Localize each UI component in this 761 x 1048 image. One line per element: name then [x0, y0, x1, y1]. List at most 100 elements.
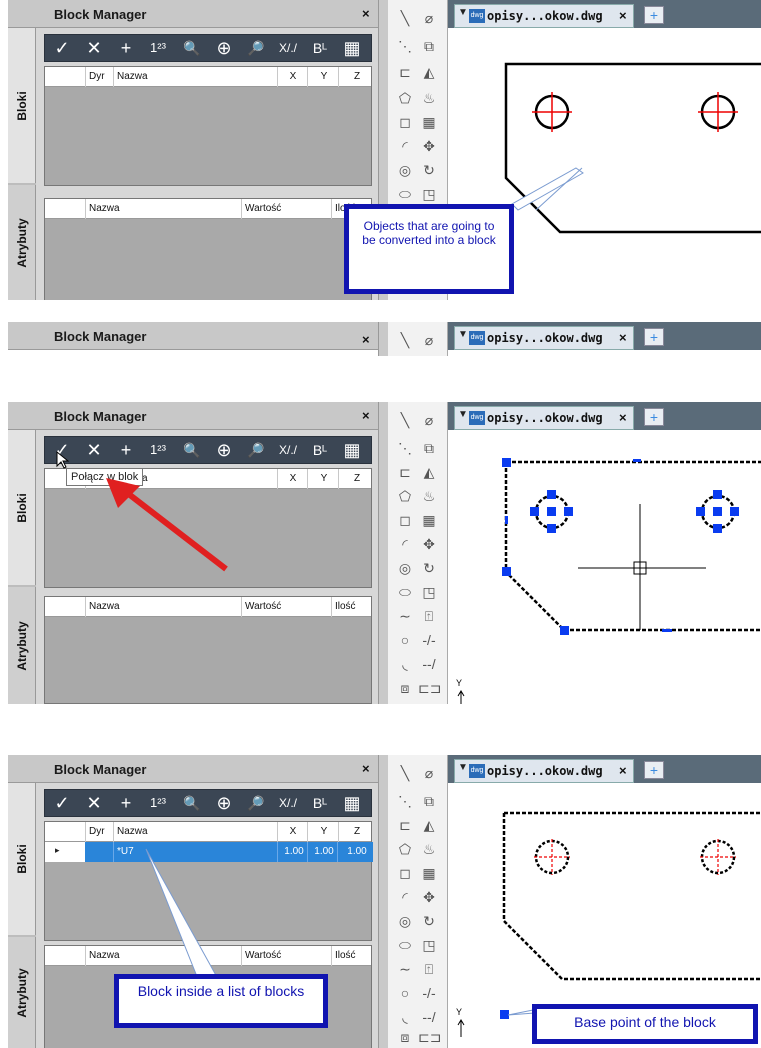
- grid-icon[interactable]: ▦: [337, 36, 367, 60]
- number-icon[interactable]: 1²³: [143, 791, 173, 815]
- offset-icon[interactable]: ♨: [418, 839, 440, 859]
- number-icon[interactable]: 1²³: [143, 438, 173, 462]
- array-icon[interactable]: ▦: [418, 510, 440, 530]
- ellipse-icon[interactable]: ○: [394, 630, 416, 650]
- explode-icon[interactable]: ⊕: [209, 36, 239, 60]
- arc2-icon[interactable]: ◜: [394, 887, 416, 907]
- tab-bloki[interactable]: Bloki: [8, 28, 36, 183]
- tab-bloki[interactable]: Bloki: [8, 430, 36, 585]
- revcloud-icon[interactable]: ⬭: [394, 184, 416, 204]
- polygon-icon[interactable]: ⬠: [394, 486, 416, 506]
- tab-atrybuty[interactable]: Atrybuty: [8, 937, 36, 1048]
- mirror-icon[interactable]: ◭: [418, 815, 440, 835]
- stretch-icon[interactable]: ⍐: [418, 959, 440, 979]
- xscale-icon[interactable]: X/./: [273, 438, 303, 462]
- blabel-icon[interactable]: Bᴸ: [305, 791, 335, 815]
- polyline-icon[interactable]: ⋱: [394, 438, 416, 458]
- zoom-icon[interactable]: 🔎: [241, 791, 271, 815]
- col-dyr[interactable]: Dyr: [85, 67, 115, 87]
- copy-icon[interactable]: ⧉: [418, 36, 440, 56]
- trim-icon[interactable]: -/-: [418, 630, 440, 650]
- eraser-icon[interactable]: ⌀: [418, 763, 440, 783]
- insert-block-icon[interactable]: ⧈: [394, 1027, 416, 1047]
- drawing-tab[interactable]: ▼ dwg opisy...okow.dwg ×: [454, 4, 634, 28]
- close-icon[interactable]: ×: [362, 408, 370, 423]
- arc-icon[interactable]: ⊏: [394, 815, 416, 835]
- col-wartosc[interactable]: Wartość: [241, 946, 331, 966]
- move-icon[interactable]: ✥: [418, 887, 440, 907]
- close-tab-icon[interactable]: ×: [619, 763, 627, 778]
- new-tab-icon[interactable]: +: [644, 761, 664, 779]
- copy-icon[interactable]: ⧉: [418, 438, 440, 458]
- blabel-icon[interactable]: Bᴸ: [305, 438, 335, 462]
- ellipse-arc-icon[interactable]: ◟: [394, 654, 416, 674]
- break-icon[interactable]: ⊏⊐: [418, 1027, 441, 1047]
- array-icon[interactable]: ▦: [418, 863, 440, 883]
- col-attr-nazwa[interactable]: Nazwa: [85, 199, 235, 219]
- search-icon[interactable]: 🔍: [177, 791, 207, 815]
- mirror-icon[interactable]: ◭: [418, 462, 440, 482]
- close-icon[interactable]: ×: [362, 761, 370, 776]
- ellipse-arc-icon[interactable]: ◟: [394, 1007, 416, 1027]
- scale-icon[interactable]: ◳: [418, 582, 440, 602]
- eraser-icon[interactable]: ⌀: [418, 330, 440, 350]
- close-icon[interactable]: ×: [362, 6, 370, 21]
- col-z[interactable]: Z: [338, 822, 372, 842]
- drawing-tab[interactable]: ▼ dwg opisy...okow.dwg ×: [454, 326, 634, 350]
- spline-icon[interactable]: ∼: [394, 959, 416, 979]
- eraser-icon[interactable]: ⌀: [418, 8, 440, 28]
- polygon-icon[interactable]: ⬠: [394, 839, 416, 859]
- rotate-icon[interactable]: ↻: [418, 558, 440, 578]
- col-attr-nazwa[interactable]: Nazwa: [85, 597, 235, 617]
- stretch-icon[interactable]: ⍐: [418, 606, 440, 626]
- arc2-icon[interactable]: ◜: [394, 534, 416, 554]
- rotate-icon[interactable]: ↻: [418, 160, 440, 180]
- col-y[interactable]: Y: [307, 822, 337, 842]
- circle-icon[interactable]: ◎: [394, 160, 416, 180]
- insert-block-icon[interactable]: ⧈: [394, 678, 416, 698]
- line-icon[interactable]: ╲: [394, 330, 416, 350]
- col-dyr[interactable]: Dyr: [85, 822, 115, 842]
- col-x[interactable]: X: [277, 822, 305, 842]
- cancel-icon[interactable]: ✕: [79, 36, 109, 60]
- line-icon[interactable]: ╲: [394, 763, 416, 783]
- explode-icon[interactable]: ⊕: [209, 438, 239, 462]
- revcloud-icon[interactable]: ⬭: [394, 935, 416, 955]
- eraser-icon[interactable]: ⌀: [418, 410, 440, 430]
- close-icon[interactable]: ×: [362, 332, 370, 347]
- tab-atrybuty[interactable]: Atrybuty: [8, 587, 36, 704]
- grid-icon[interactable]: ▦: [337, 438, 367, 462]
- add-icon[interactable]: +: [111, 791, 141, 815]
- col-ilosc[interactable]: Ilość: [331, 597, 373, 617]
- col-nazwa[interactable]: Nazwa: [113, 822, 273, 842]
- col-y[interactable]: Y: [307, 67, 337, 87]
- new-tab-icon[interactable]: +: [644, 408, 664, 426]
- xscale-icon[interactable]: X/./: [273, 791, 303, 815]
- col-wartosc[interactable]: Wartość: [241, 199, 331, 219]
- zoom-icon[interactable]: 🔎: [241, 36, 271, 60]
- check-icon[interactable]: ✓: [47, 36, 77, 60]
- spline-icon[interactable]: ∼: [394, 606, 416, 626]
- trim-icon[interactable]: -/-: [418, 983, 440, 1003]
- tab-menu-icon[interactable]: ▼: [458, 409, 468, 420]
- polyline-icon[interactable]: ⋱: [394, 791, 416, 811]
- col-x[interactable]: X: [277, 469, 305, 489]
- circle-icon[interactable]: ◎: [394, 911, 416, 931]
- col-z[interactable]: Z: [338, 67, 372, 87]
- xscale-icon[interactable]: X/./: [273, 36, 303, 60]
- new-tab-icon[interactable]: +: [644, 6, 664, 24]
- drawing-canvas[interactable]: Y: [448, 430, 761, 704]
- rectangle-icon[interactable]: ◻: [394, 510, 416, 530]
- array-icon[interactable]: ▦: [418, 112, 440, 132]
- move-icon[interactable]: ✥: [418, 534, 440, 554]
- scale-icon[interactable]: ◳: [418, 935, 440, 955]
- splitter[interactable]: [378, 402, 388, 704]
- col-wartosc[interactable]: Wartość: [241, 597, 331, 617]
- explode-icon[interactable]: ⊕: [209, 791, 239, 815]
- extend-icon[interactable]: --/: [418, 654, 440, 674]
- close-tab-icon[interactable]: ×: [619, 410, 627, 425]
- offset-icon[interactable]: ♨: [418, 486, 440, 506]
- cancel-icon[interactable]: ✕: [79, 791, 109, 815]
- close-tab-icon[interactable]: ×: [619, 330, 627, 345]
- tab-menu-icon[interactable]: ▼: [458, 7, 468, 18]
